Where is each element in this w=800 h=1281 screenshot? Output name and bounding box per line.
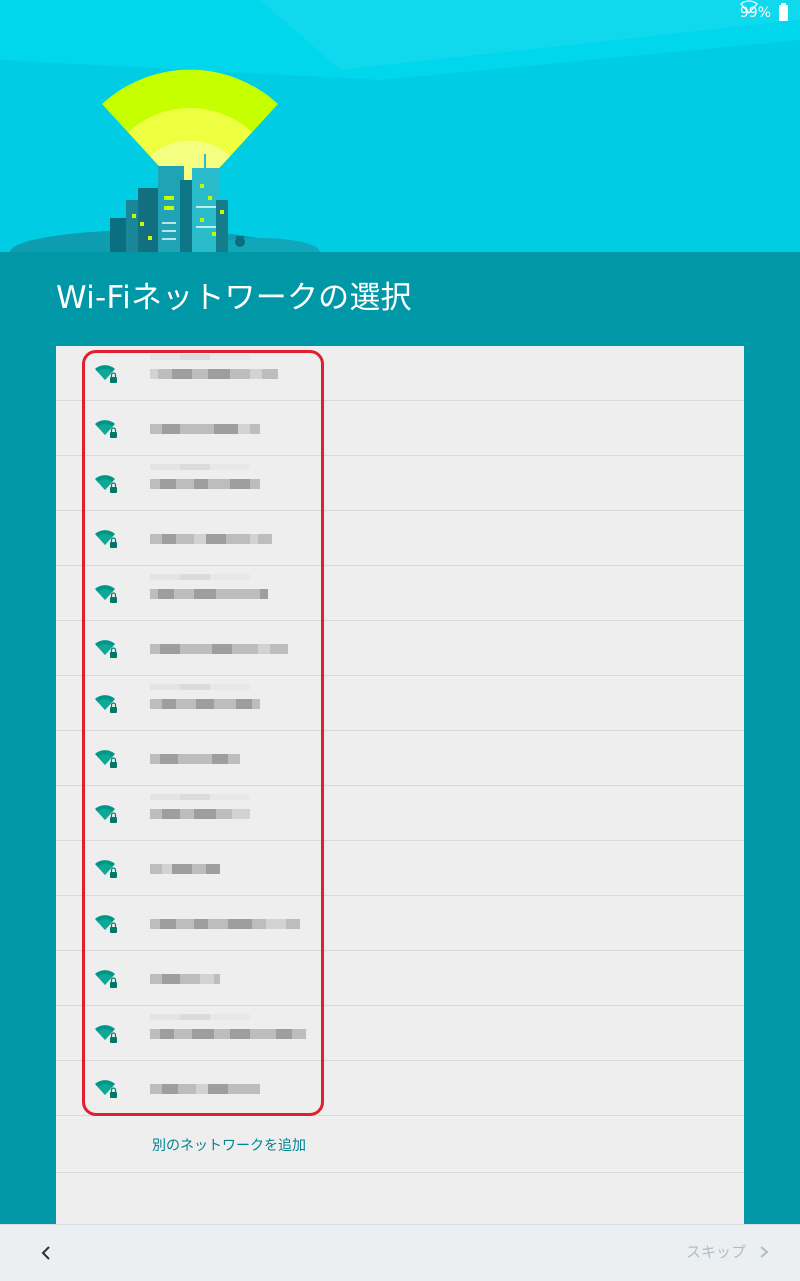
- wifi-lock-icon: [95, 585, 117, 603]
- network-ssid-secondary: [150, 354, 250, 360]
- skip-label: スキップ: [685, 1243, 746, 1261]
- add-network-button[interactable]: 別のネットワークを追加: [56, 1116, 744, 1173]
- network-ssid-redacted: [150, 421, 260, 437]
- network-ssid-secondary: [150, 464, 250, 470]
- header-illustration: 99%: [0, 0, 800, 252]
- wifi-lock-icon: [95, 420, 117, 438]
- network-row[interactable]: [56, 1006, 744, 1061]
- wifi-status-icon: [740, 0, 758, 14]
- network-ssid-redacted: [150, 366, 278, 382]
- network-row[interactable]: [56, 511, 744, 566]
- network-row[interactable]: [56, 841, 744, 896]
- network-ssid-secondary: [150, 794, 250, 800]
- network-ssid-redacted: [150, 531, 272, 547]
- wifi-lock-icon: [95, 1025, 117, 1043]
- wifi-lock-icon: [95, 640, 117, 658]
- network-row[interactable]: [56, 896, 744, 951]
- wifi-lock-icon: [95, 1080, 117, 1098]
- network-row[interactable]: [56, 621, 744, 676]
- network-ssid-redacted: [150, 641, 288, 657]
- network-ssid-redacted: [150, 806, 250, 822]
- network-row[interactable]: [56, 951, 744, 1006]
- wifi-lock-icon: [95, 695, 117, 713]
- network-list: 別のネットワークを追加: [56, 346, 744, 1226]
- network-row[interactable]: [56, 456, 744, 511]
- status-bar: 99%: [740, 0, 800, 26]
- wifi-lock-icon: [95, 860, 117, 878]
- network-row[interactable]: [56, 401, 744, 456]
- network-row[interactable]: [56, 346, 744, 401]
- network-row[interactable]: [56, 676, 744, 731]
- wifi-lock-icon: [95, 475, 117, 493]
- network-ssid-redacted: [150, 861, 220, 877]
- wifi-lock-icon: [95, 970, 117, 988]
- network-ssid-redacted: [150, 916, 300, 932]
- network-row[interactable]: [56, 1061, 744, 1116]
- network-ssid-redacted: [150, 751, 240, 767]
- wifi-lock-icon: [95, 805, 117, 823]
- skip-button[interactable]: スキップ: [686, 1241, 770, 1262]
- network-row[interactable]: [56, 731, 744, 786]
- back-button[interactable]: [30, 1239, 62, 1267]
- page-title: Wi-Fiネットワークの選択: [56, 280, 412, 316]
- network-ssid-secondary: [150, 684, 250, 690]
- chevron-left-icon: [41, 1246, 50, 1260]
- network-row[interactable]: [56, 566, 744, 621]
- chevron-right-icon: [760, 1245, 769, 1258]
- wifi-lock-icon: [95, 530, 117, 548]
- add-network-label: 別のネットワークを追加: [152, 1138, 306, 1154]
- network-ssid-redacted: [150, 1081, 260, 1097]
- network-ssid-redacted: [150, 696, 260, 712]
- wifi-lock-icon: [95, 365, 117, 383]
- network-row[interactable]: [56, 786, 744, 841]
- network-ssid-redacted: [150, 586, 268, 602]
- network-ssid-secondary: [150, 1014, 250, 1020]
- wifi-lock-icon: [95, 915, 117, 933]
- battery-icon: [779, 3, 788, 21]
- navigation-bar: スキップ: [0, 1224, 800, 1281]
- network-ssid-redacted: [150, 1026, 306, 1042]
- network-ssid-redacted: [150, 971, 220, 987]
- network-ssid-secondary: [150, 574, 250, 580]
- network-ssid-redacted: [150, 476, 260, 492]
- city-wifi-illustration: [0, 0, 800, 252]
- wifi-lock-icon: [95, 750, 117, 768]
